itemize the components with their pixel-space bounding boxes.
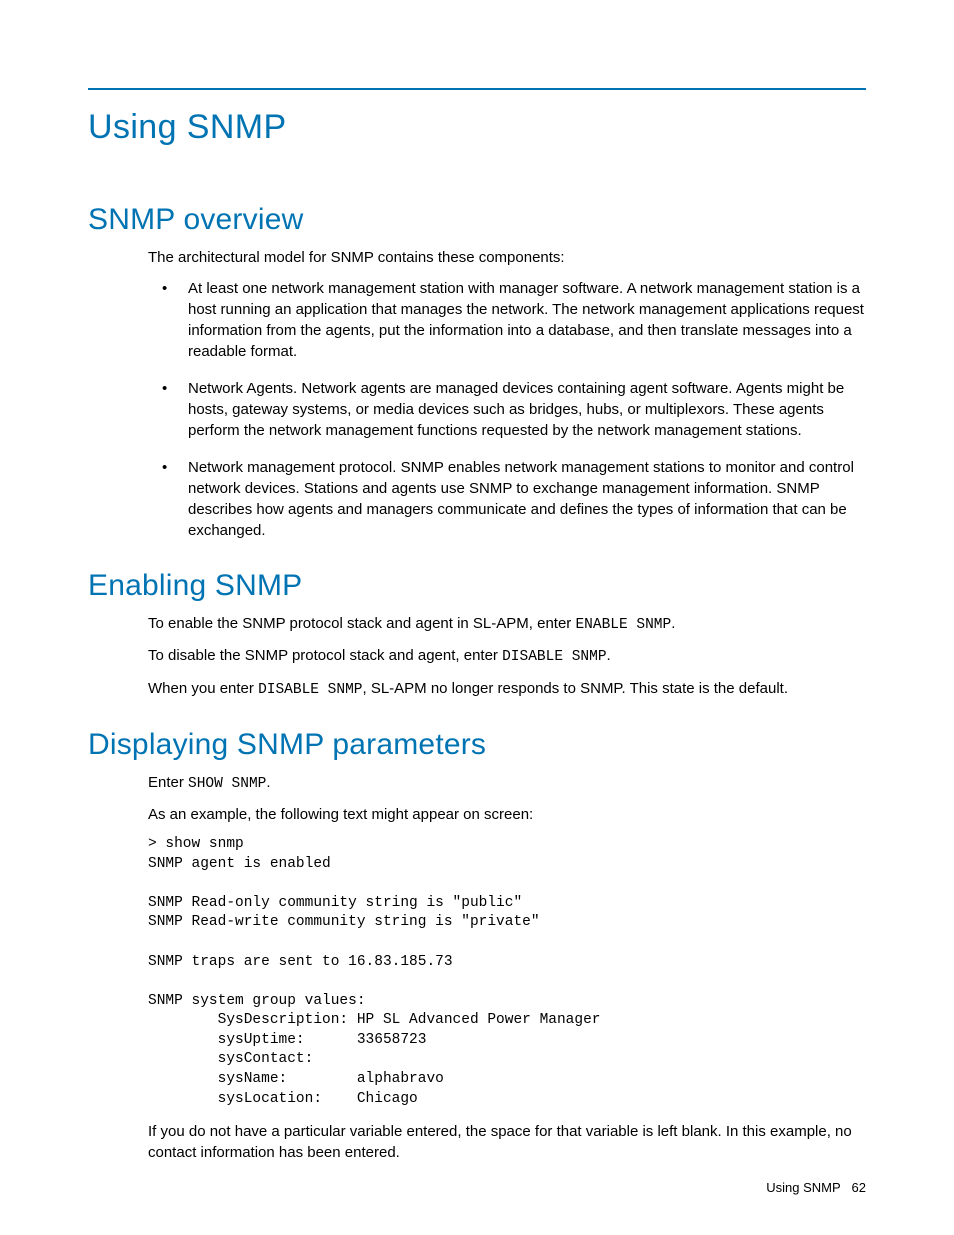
enabling-body: To enable the SNMP protocol stack and ag…	[148, 613, 866, 700]
list-item: At least one network management station …	[148, 278, 866, 362]
text: .	[671, 615, 675, 632]
overview-bullets: At least one network management station …	[148, 278, 866, 541]
enabling-p2: To disable the SNMP protocol stack and a…	[148, 645, 866, 667]
text: When you enter	[148, 680, 258, 697]
code-enable-snmp: ENABLE SNMP	[575, 617, 671, 633]
code-disable-snmp-2: DISABLE SNMP	[258, 682, 362, 698]
text: To enable the SNMP protocol stack and ag…	[148, 615, 575, 632]
page: Using SNMP SNMP overview The architectur…	[0, 0, 954, 1235]
text: , SL-APM no longer responds to SNMP. Thi…	[362, 680, 788, 697]
footer-page-number: 62	[852, 1180, 866, 1195]
text: Enter	[148, 774, 188, 791]
top-rule	[88, 88, 866, 90]
page-footer: Using SNMP 62	[766, 1180, 866, 1195]
displaying-body: Enter SHOW SNMP. As an example, the foll…	[148, 772, 866, 1163]
list-item: Network Agents. Network agents are manag…	[148, 378, 866, 441]
text: .	[607, 647, 611, 664]
enabling-p1: To enable the SNMP protocol stack and ag…	[148, 613, 866, 635]
list-item: Network management protocol. SNMP enable…	[148, 457, 866, 541]
code-disable-snmp: DISABLE SNMP	[502, 649, 606, 665]
text: .	[266, 774, 270, 791]
displaying-p2: As an example, the following text might …	[148, 804, 866, 825]
footer-label: Using SNMP	[766, 1180, 840, 1195]
heading-enabling-snmp: Enabling SNMP	[88, 569, 866, 603]
displaying-p1: Enter SHOW SNMP.	[148, 772, 866, 794]
overview-body: The architectural model for SNMP contain…	[148, 247, 866, 541]
heading-snmp-overview: SNMP overview	[88, 203, 866, 237]
text: To disable the SNMP protocol stack and a…	[148, 647, 502, 664]
heading-displaying-snmp: Displaying SNMP parameters	[88, 728, 866, 762]
code-block-show-snmp-output: > show snmp SNMP agent is enabled SNMP R…	[148, 835, 866, 1109]
code-show-snmp: SHOW SNMP	[188, 776, 266, 792]
enabling-p3: When you enter DISABLE SNMP, SL-APM no l…	[148, 678, 866, 700]
overview-intro: The architectural model for SNMP contain…	[148, 247, 866, 268]
page-title: Using SNMP	[88, 108, 866, 147]
displaying-p3: If you do not have a particular variable…	[148, 1121, 866, 1163]
